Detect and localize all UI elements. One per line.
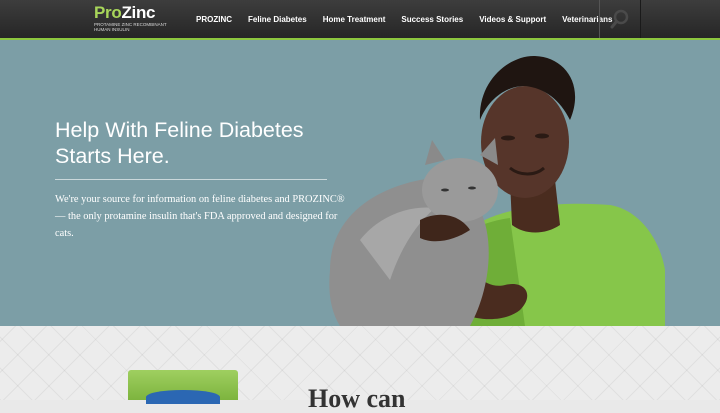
section-heading: How can: [308, 384, 406, 413]
main-nav: PROZINC Feline Diabetes Home Treatment S…: [188, 0, 620, 38]
nav-item-feline-diabetes[interactable]: Feline Diabetes: [248, 15, 307, 24]
top-navigation-bar: ProZinc PROTAMINE ZINC RECOMBINANT HUMAN…: [0, 0, 720, 40]
logo-wordmark: ProZinc: [94, 4, 174, 22]
nav-item-videos-support[interactable]: Videos & Support: [479, 15, 546, 24]
hero-banner: Help With Feline Diabetes Starts Here. W…: [0, 40, 720, 326]
product-label-graphic: [146, 390, 220, 404]
logo-tagline: PROTAMINE ZINC RECOMBINANT HUMAN INSULIN: [94, 22, 167, 32]
prozinc-logo[interactable]: ProZinc PROTAMINE ZINC RECOMBINANT HUMAN…: [94, 4, 174, 33]
hero-photo-man-hugging-cat: [329, 55, 665, 326]
hero-description: We're your source for information on fel…: [55, 194, 345, 239]
logo-zinc: Zinc: [121, 3, 156, 22]
search-icon: [610, 9, 629, 29]
prozinc-product-box: [128, 370, 238, 404]
nav-item-success-stories[interactable]: Success Stories: [401, 15, 463, 24]
nav-item-prozinc[interactable]: PROZINC: [196, 15, 232, 24]
search-button[interactable]: [599, 0, 641, 38]
hero-title: Help With Feline Diabetes Starts Here.: [55, 118, 304, 168]
logo-pro: Pro: [94, 3, 122, 22]
hero-divider: [55, 179, 327, 180]
nav-item-home-treatment[interactable]: Home Treatment: [323, 15, 386, 24]
